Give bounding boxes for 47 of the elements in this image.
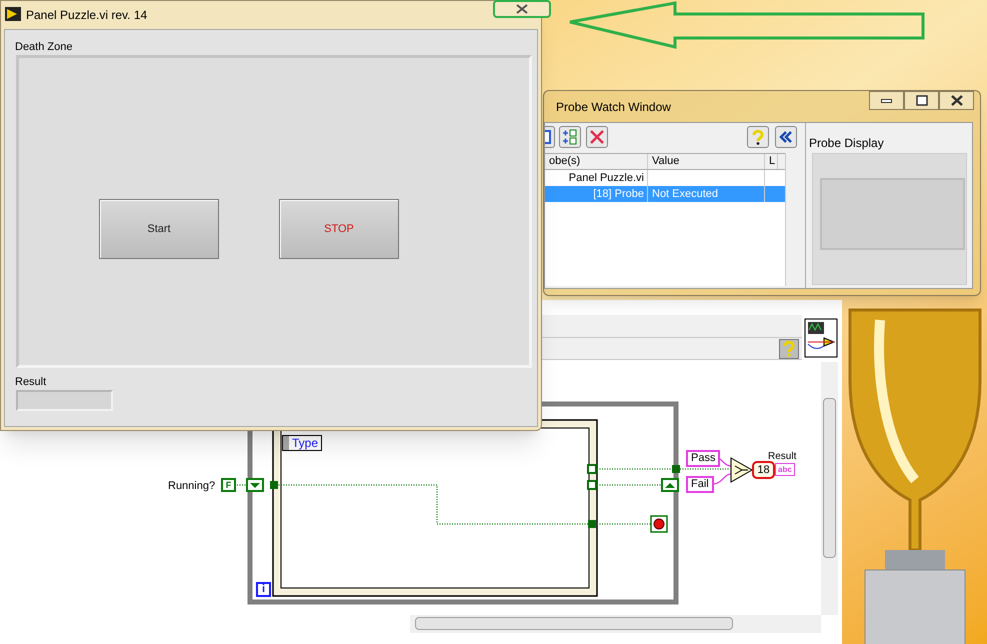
shift-register-icon <box>661 478 679 492</box>
window-title: Probe Watch Window <box>556 99 671 116</box>
add-probe-icon[interactable] <box>559 126 581 148</box>
select-node-icon <box>730 457 753 483</box>
case-selector[interactable]: Type <box>282 435 322 451</box>
collapse-icon[interactable] <box>775 126 797 148</box>
help-icon[interactable] <box>747 126 769 148</box>
start-button[interactable]: Start <box>99 199 219 259</box>
vertical-scrollbar[interactable] <box>821 362 838 615</box>
close-icon <box>950 95 962 106</box>
label: Result <box>15 375 46 390</box>
close-icon <box>515 4 529 14</box>
maximize-button[interactable] <box>904 91 939 110</box>
column-header[interactable]: Value <box>648 154 765 169</box>
iteration-terminal: i <box>256 582 271 597</box>
close-button[interactable] <box>493 0 551 18</box>
minimize-icon <box>881 98 892 102</box>
tunnel <box>672 465 680 473</box>
tunnel <box>588 520 596 528</box>
string-constant: Pass <box>686 450 720 467</box>
close-button[interactable] <box>939 91 974 110</box>
scrollbar-thumb[interactable] <box>823 398 836 558</box>
window-title: Panel Puzzle.vi rev. 14 <box>26 7 148 24</box>
column-header[interactable]: L <box>765 154 778 169</box>
string-indicator: abc <box>775 463 795 476</box>
labview-icon <box>5 7 21 21</box>
table-cell: [18] Probe <box>545 186 648 202</box>
window-icon[interactable] <box>545 126 555 148</box>
shift-register-icon <box>246 478 264 492</box>
horizontal-scrollbar[interactable] <box>410 615 821 633</box>
delete-icon[interactable] <box>586 126 608 148</box>
minimize-button[interactable] <box>869 91 904 110</box>
label: Result <box>768 450 796 464</box>
panel-title: Probe Display <box>809 135 884 152</box>
scrollbar-thumb[interactable] <box>415 617 733 630</box>
label: Death Zone <box>15 40 72 55</box>
table-cell: Not Executed <box>648 186 765 202</box>
maximize-icon <box>916 95 928 106</box>
help-icon[interactable] <box>779 339 799 359</box>
label: Running? <box>168 479 216 494</box>
stop-terminal-icon <box>650 515 668 533</box>
tunnel <box>270 481 278 489</box>
probe-marker[interactable]: 18 <box>752 461 775 479</box>
string-constant: Fail <box>686 476 714 493</box>
column-header[interactable]: obe(s) <box>545 154 648 169</box>
vi-icon[interactable] <box>804 318 838 358</box>
boolean-constant: F <box>221 478 236 492</box>
